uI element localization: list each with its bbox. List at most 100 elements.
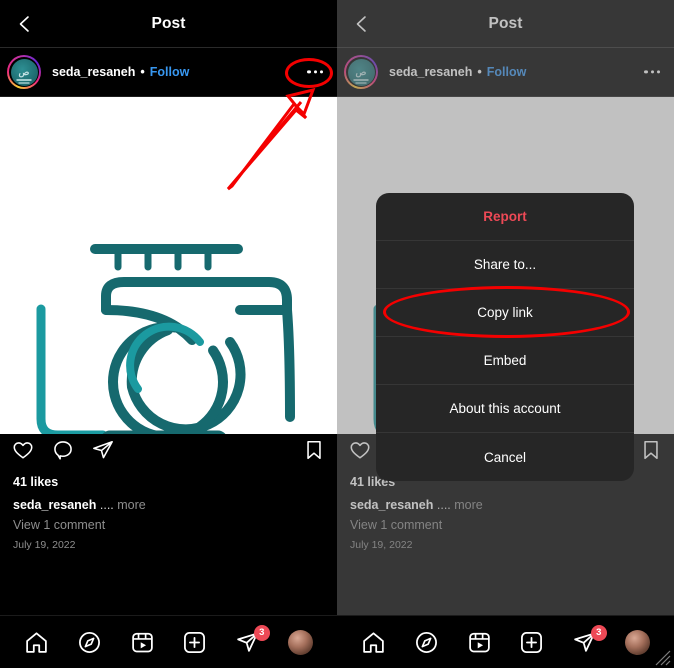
view-comments-link-right[interactable]: View 1 comment xyxy=(350,518,661,532)
save-button-right[interactable] xyxy=(640,439,662,466)
action-sheet-item-share-to[interactable]: Share to... xyxy=(376,241,634,289)
dot-3 xyxy=(656,70,660,74)
action-sheet-item-about-this-account[interactable]: About this account xyxy=(376,385,634,433)
comment-bubble-icon xyxy=(54,440,72,460)
more-options-button-right[interactable] xyxy=(644,70,660,74)
dot-1 xyxy=(644,70,648,74)
post-image-left[interactable] xyxy=(0,97,337,434)
heart-icon xyxy=(350,441,370,459)
compass-explore-icon xyxy=(78,632,100,653)
plus-square-icon xyxy=(521,632,543,653)
post-username-left[interactable]: seda_resaneh xyxy=(52,65,135,79)
avatar-bar-1-left xyxy=(16,79,32,81)
teal-calligraphy-logo-icon xyxy=(36,244,295,434)
reels-icon xyxy=(468,632,490,653)
post-actions-left xyxy=(0,434,337,470)
page-title-left: Post xyxy=(151,14,186,32)
avatar-glyph-right: ص xyxy=(355,66,367,77)
activity-badge-right: 3 xyxy=(590,624,607,641)
avatar-image-right: ص xyxy=(347,58,375,86)
post-date-left: July 19, 2022 xyxy=(13,539,76,551)
post-panel-before: Post ص seda_resaneh • Follow 41 likes se… xyxy=(0,0,337,615)
chevron-left-icon xyxy=(356,15,366,32)
nav-reels-button-left[interactable] xyxy=(125,626,159,660)
post-caption-left: seda_resaneh .... more xyxy=(13,498,324,512)
nav-home-button-right[interactable] xyxy=(356,626,390,660)
username-separator-left: • xyxy=(140,65,145,79)
follow-button-right[interactable]: Follow xyxy=(487,65,527,79)
avatar-bar-1-right xyxy=(353,79,369,81)
nav-explore-button-left[interactable] xyxy=(72,626,106,660)
avatar-glyph-left: ص xyxy=(18,66,30,77)
app-window: Post ص seda_resaneh • Follow 41 likes se… xyxy=(0,0,674,668)
action-sheet-item-copy-link[interactable]: Copy link xyxy=(376,289,634,337)
compass-explore-icon xyxy=(415,632,437,653)
bottom-nav-left: 3 xyxy=(0,616,337,668)
nav-profile-button-left[interactable] xyxy=(284,626,318,660)
home-icon xyxy=(26,632,47,653)
caption-username-right[interactable]: seda_resaneh xyxy=(350,498,433,512)
nav-reels-button-right[interactable] xyxy=(462,626,496,660)
nav-home-button-left[interactable] xyxy=(19,626,53,660)
bookmark-icon xyxy=(307,440,321,459)
view-comments-link-left[interactable]: View 1 comment xyxy=(13,518,324,532)
paper-plane-icon xyxy=(93,440,113,458)
comment-button-left[interactable] xyxy=(52,439,74,466)
avatar-image-left: ص xyxy=(10,58,38,86)
action-sheet-item-cancel[interactable]: Cancel xyxy=(376,433,634,481)
share-button-left[interactable] xyxy=(92,439,114,466)
home-icon xyxy=(363,632,384,653)
nav-activity-button-left[interactable]: 3 xyxy=(231,624,270,660)
like-button-left[interactable] xyxy=(12,439,34,466)
dot-1 xyxy=(307,70,311,74)
profile-avatar-right xyxy=(625,630,651,655)
topbar-right: Post xyxy=(337,0,674,47)
post-meta-left: 41 likes seda_resaneh .... more View 1 c… xyxy=(0,475,337,551)
resize-grip-icon[interactable] xyxy=(650,645,672,667)
follow-button-left[interactable]: Follow xyxy=(150,65,190,79)
action-sheet-item-report[interactable]: Report xyxy=(376,193,634,241)
post-caption-right: seda_resaneh .... more xyxy=(350,498,661,512)
nav-create-button-left[interactable] xyxy=(178,626,212,660)
caption-more-link-left[interactable]: more xyxy=(117,498,145,512)
caption-text-right: .... xyxy=(436,498,451,512)
plus-square-icon xyxy=(184,632,206,653)
nav-activity-button-right[interactable]: 3 xyxy=(568,624,607,660)
post-username-right[interactable]: seda_resaneh xyxy=(389,65,472,79)
chevron-left-icon xyxy=(19,15,29,32)
avatar-left[interactable]: ص xyxy=(7,55,41,89)
avatar-inner-left: ص xyxy=(9,57,39,87)
back-button-left[interactable] xyxy=(12,11,38,37)
avatar-right[interactable]: ص xyxy=(344,55,378,89)
more-options-button-left[interactable] xyxy=(307,70,323,74)
post-meta-right: 41 likes seda_resaneh .... more View 1 c… xyxy=(337,475,674,551)
dot-2 xyxy=(650,70,654,74)
bookmark-icon xyxy=(644,440,658,459)
avatar-bar-2-right xyxy=(355,82,367,84)
action-sheet-item-embed[interactable]: Embed xyxy=(376,337,634,385)
dot-3 xyxy=(319,70,323,74)
reels-icon xyxy=(131,632,153,653)
bottom-navigation-bar: 3 3 xyxy=(0,615,674,668)
post-user-row-right: ص seda_resaneh • Follow xyxy=(337,48,674,96)
save-button-left[interactable] xyxy=(303,439,325,466)
activity-badge-left: 3 xyxy=(253,624,270,641)
post-date-right: July 19, 2022 xyxy=(350,539,413,551)
avatar-inner-right: ص xyxy=(346,57,376,87)
post-user-row-left: ص seda_resaneh • Follow xyxy=(0,48,337,96)
username-separator-right: • xyxy=(477,65,482,79)
profile-avatar-left xyxy=(288,630,314,655)
caption-username-left[interactable]: seda_resaneh xyxy=(13,498,96,512)
caption-more-link-right[interactable]: more xyxy=(454,498,482,512)
caption-text-left: .... xyxy=(99,498,114,512)
heart-icon xyxy=(13,441,33,459)
bottom-nav-right: 3 xyxy=(337,616,674,668)
avatar-bar-2-left xyxy=(18,82,30,84)
nav-explore-button-right[interactable] xyxy=(409,626,443,660)
nav-create-button-right[interactable] xyxy=(515,626,549,660)
post-options-action-sheet: Report Share to... Copy link Embed About… xyxy=(376,193,634,481)
likes-count-left[interactable]: 41 likes xyxy=(13,475,324,489)
page-title-right: Post xyxy=(488,14,523,32)
like-button-right[interactable] xyxy=(349,439,371,466)
back-button-right[interactable] xyxy=(349,11,375,37)
